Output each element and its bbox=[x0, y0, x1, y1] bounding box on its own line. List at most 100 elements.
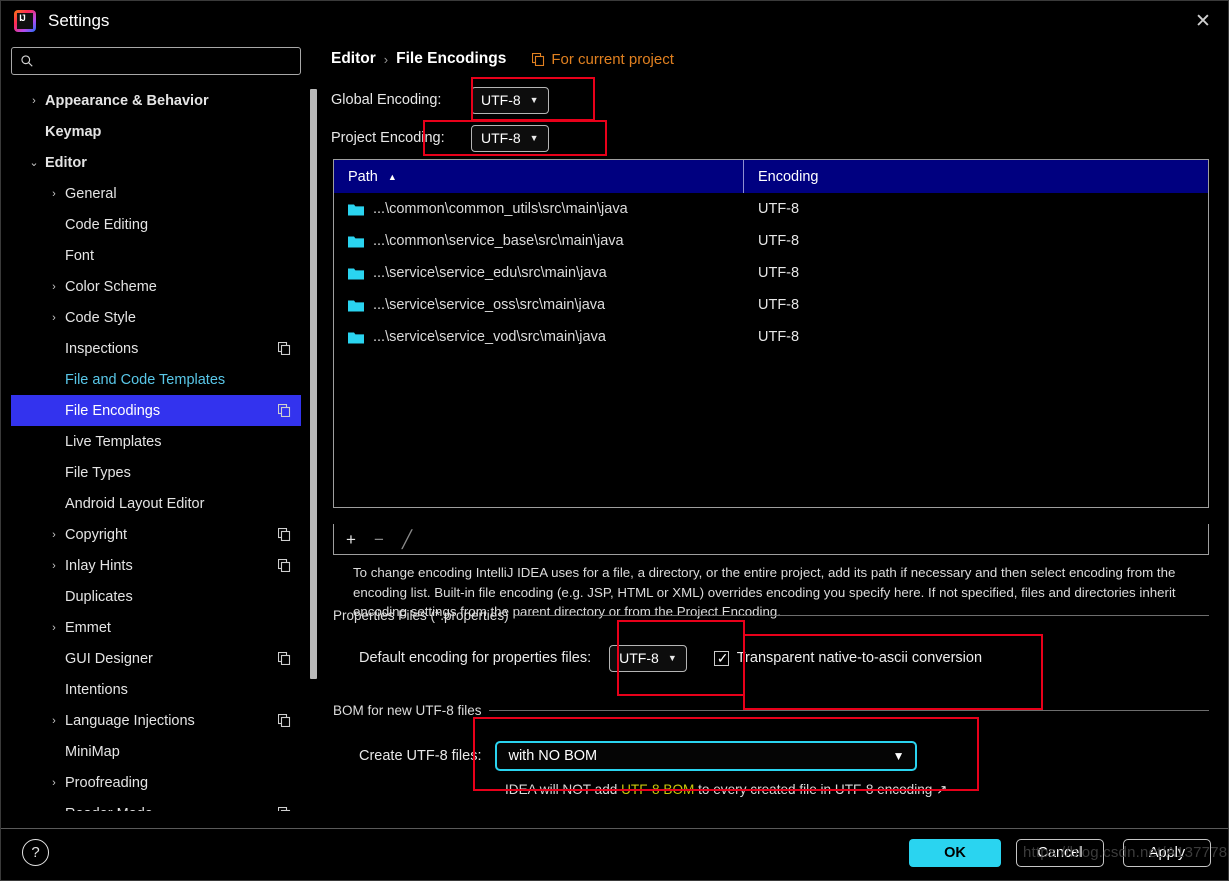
properties-encoding-dropdown[interactable]: UTF-8 ▼ bbox=[609, 644, 687, 672]
bom-group-title-row: BOM for new UTF-8 files bbox=[333, 702, 1209, 718]
project-encoding-dropdown[interactable]: UTF-8 ▼ bbox=[471, 124, 549, 152]
table-row[interactable]: ...\service\service_oss\src\main\java UTF… bbox=[334, 289, 1208, 321]
folder-icon bbox=[348, 332, 364, 343]
copy-icon bbox=[278, 714, 291, 727]
chevron-right-icon[interactable]: › bbox=[45, 560, 63, 572]
settings-tree: ›Appearance & Behavior›Keymap⌄Editor›Gen… bbox=[11, 85, 303, 811]
logo-text: IJ bbox=[19, 13, 26, 23]
sidebar-item-code-style[interactable]: › Code Style bbox=[11, 302, 301, 333]
sidebar-item-copyright[interactable]: › Copyright bbox=[11, 519, 301, 550]
group-divider bbox=[515, 614, 1209, 616]
sidebar-item-emmet[interactable]: › Emmet bbox=[11, 612, 301, 643]
table-row[interactable]: ...\common\service_base\src\main\java UTF… bbox=[334, 225, 1208, 257]
sidebar-item-label: Inspections bbox=[65, 340, 139, 357]
sidebar-item-duplicates[interactable]: ›Duplicates bbox=[11, 581, 301, 612]
table-cell-encoding[interactable]: UTF-8 bbox=[744, 233, 799, 249]
sidebar-item-label: Live Templates bbox=[65, 433, 162, 450]
table-cell-path: ...\service\service_oss\src\main\java bbox=[334, 297, 744, 313]
search-box[interactable] bbox=[11, 47, 301, 75]
table-cell-path-label: ...\common\common_utils\src\main\java bbox=[373, 201, 628, 217]
sidebar-item-gui-designer[interactable]: ›GUI Designer bbox=[11, 643, 301, 674]
dialog-footer: ? OK Cancel Apply bbox=[1, 828, 1228, 880]
create-utf8-files-label: Create UTF-8 files: bbox=[359, 748, 482, 764]
sidebar-item-label: Proofreading bbox=[65, 774, 149, 791]
sidebar-item-file-and-code-templates[interactable]: ›File and Code Templates bbox=[11, 364, 301, 395]
properties-files-group-title: Properties Files (*.properties) bbox=[333, 607, 509, 623]
sidebar-item-live-templates[interactable]: ›Live Templates bbox=[11, 426, 301, 457]
edit-path-button[interactable]: ╱ bbox=[402, 531, 412, 548]
table-body: ...\common\common_utils\src\main\java UTF… bbox=[334, 193, 1208, 353]
title-bar: IJ Settings ✕ bbox=[1, 1, 1228, 41]
ok-button[interactable]: OK bbox=[909, 839, 1001, 867]
sidebar-item-code-editing[interactable]: ›Code Editing bbox=[11, 209, 301, 240]
sidebar-item-file-encodings[interactable]: ›File Encodings bbox=[11, 395, 301, 426]
sidebar-item-label: File and Code Templates bbox=[65, 371, 226, 388]
table-cell-encoding[interactable]: UTF-8 bbox=[744, 201, 799, 217]
sidebar-item-label: Code Editing bbox=[65, 216, 149, 233]
sidebar-item-file-types[interactable]: ›File Types bbox=[11, 457, 301, 488]
chevron-right-icon[interactable]: › bbox=[25, 95, 43, 107]
close-icon[interactable]: ✕ bbox=[1186, 7, 1220, 35]
column-header-path[interactable]: Path ▲ bbox=[334, 160, 744, 193]
apply-button[interactable]: Apply bbox=[1123, 839, 1211, 867]
chevron-right-icon[interactable]: › bbox=[45, 622, 63, 634]
chevron-right-icon[interactable]: › bbox=[45, 312, 63, 324]
sidebar-item-label: File Types bbox=[65, 464, 131, 481]
sidebar-item-font[interactable]: ›Font bbox=[11, 240, 301, 271]
breadcrumb-current: File Encodings bbox=[396, 50, 507, 67]
sidebar-item-keymap[interactable]: ›Keymap bbox=[11, 116, 301, 147]
encodings-table: Path ▲ Encoding ...\common\common_utils\… bbox=[333, 159, 1209, 508]
chevron-right-icon[interactable]: › bbox=[45, 777, 63, 789]
bom-dropdown[interactable]: with NO BOM ▼ bbox=[495, 741, 918, 771]
sidebar-item-editor[interactable]: ⌄ Editor bbox=[11, 147, 301, 178]
external-link-icon[interactable]: ↗ bbox=[936, 782, 947, 797]
breadcrumb-parent[interactable]: Editor bbox=[331, 50, 376, 68]
table-row[interactable]: ...\service\service_vod\src\main\java UTF… bbox=[334, 321, 1208, 353]
chevron-down-icon: ▼ bbox=[667, 653, 677, 663]
sidebar-item-label: Language Injections bbox=[65, 712, 195, 729]
sidebar-item-inlay-hints[interactable]: › Inlay Hints bbox=[11, 550, 301, 581]
table-cell-encoding[interactable]: UTF-8 bbox=[744, 297, 799, 313]
table-row[interactable]: ...\common\common_utils\src\main\java UTF… bbox=[334, 193, 1208, 225]
table-toolbar: + − ╱ bbox=[333, 524, 1209, 555]
sidebar-item-intentions[interactable]: ›Intentions bbox=[11, 674, 301, 705]
sidebar-scrollbar-thumb[interactable] bbox=[310, 89, 317, 679]
column-header-encoding[interactable]: Encoding bbox=[744, 160, 818, 193]
sidebar-item-label: Font bbox=[65, 247, 95, 264]
for-current-project-link[interactable]: For current project bbox=[532, 51, 674, 68]
breadcrumb-separator-icon: › bbox=[383, 51, 389, 67]
sidebar-item-proofreading[interactable]: › Proofreading bbox=[11, 767, 301, 798]
column-header-encoding-label: Encoding bbox=[758, 168, 819, 185]
sidebar-item-general[interactable]: › General bbox=[11, 178, 301, 209]
table-cell-path: ...\common\common_utils\src\main\java bbox=[334, 201, 744, 217]
sidebar-item-color-scheme[interactable]: › Color Scheme bbox=[11, 271, 301, 302]
chevron-right-icon[interactable]: › bbox=[45, 529, 63, 541]
sidebar-item-label: Duplicates bbox=[65, 588, 133, 605]
chevron-right-icon[interactable]: › bbox=[45, 715, 63, 727]
global-encoding-dropdown[interactable]: UTF-8 ▼ bbox=[471, 86, 549, 114]
check-icon: ✓ bbox=[716, 649, 729, 666]
chevron-down-icon: ▼ bbox=[892, 749, 905, 763]
add-path-button[interactable]: + bbox=[346, 531, 356, 548]
chevron-right-icon[interactable]: › bbox=[45, 188, 63, 200]
table-cell-encoding[interactable]: UTF-8 bbox=[744, 329, 799, 345]
copy-icon bbox=[278, 404, 291, 417]
help-button[interactable]: ? bbox=[22, 839, 49, 866]
table-row[interactable]: ...\service\service_edu\src\main\java UTF… bbox=[334, 257, 1208, 289]
sidebar-item-appearance-behavior[interactable]: › Appearance & Behavior bbox=[11, 85, 301, 116]
sidebar-item-inspections[interactable]: ›Inspections bbox=[11, 333, 301, 364]
cancel-button[interactable]: Cancel bbox=[1016, 839, 1104, 867]
sidebar-item-minimap[interactable]: ›MiniMap bbox=[11, 736, 301, 767]
search-input[interactable] bbox=[40, 52, 280, 70]
chevron-right-icon[interactable]: › bbox=[45, 281, 63, 293]
sidebar-item-android-layout-editor[interactable]: ›Android Layout Editor bbox=[11, 488, 301, 519]
project-encoding-row: Project Encoding: UTF-8 ▼ bbox=[331, 123, 1211, 153]
sidebar-item-reader-mode[interactable]: ›Reader Mode bbox=[11, 798, 301, 811]
bom-hint-highlight: UTF-8 BOM bbox=[621, 782, 695, 797]
remove-path-button[interactable]: − bbox=[374, 531, 384, 548]
table-header-row: Path ▲ Encoding bbox=[334, 160, 1208, 193]
sidebar-item-language-injections[interactable]: › Language Injections bbox=[11, 705, 301, 736]
table-cell-encoding[interactable]: UTF-8 bbox=[744, 265, 799, 281]
transparent-native-to-ascii-checkbox[interactable]: ✓ Transparent native-to-ascii conversion bbox=[713, 649, 982, 666]
chevron-down-icon[interactable]: ⌄ bbox=[25, 156, 43, 169]
